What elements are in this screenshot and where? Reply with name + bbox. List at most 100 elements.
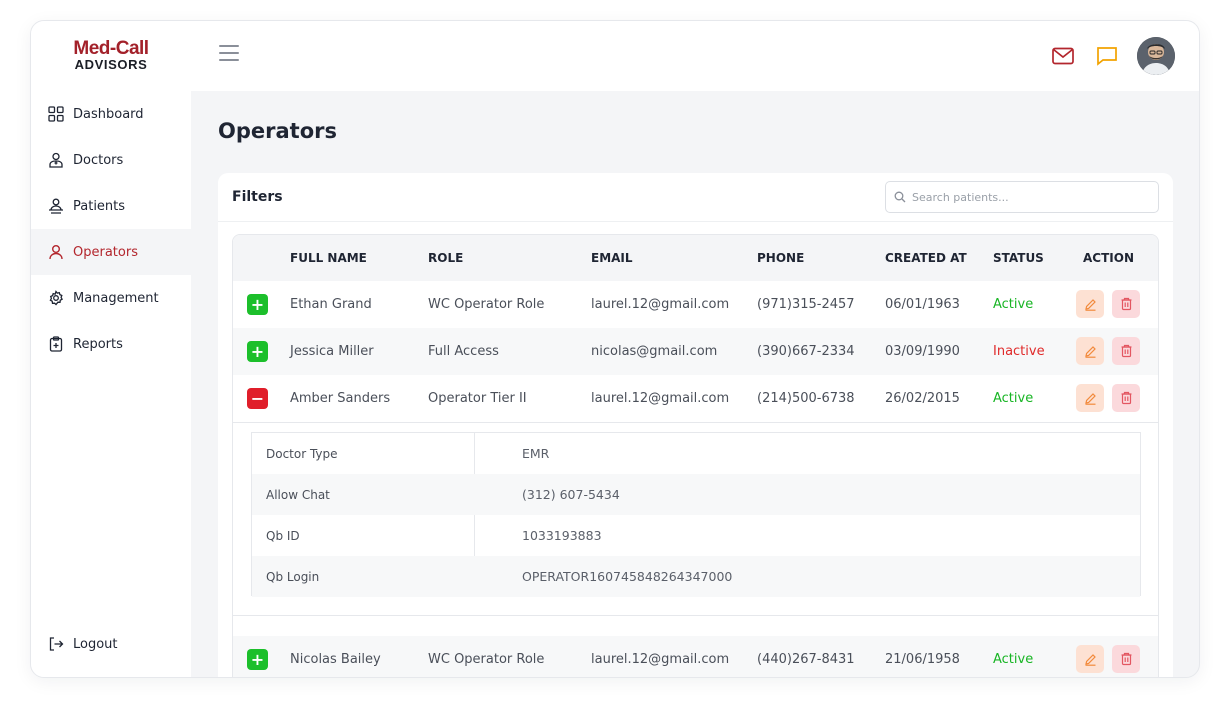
sidebar-item-operators[interactable]: Operators: [31, 229, 191, 275]
delete-button[interactable]: [1112, 290, 1140, 318]
row-spacer: [233, 616, 1158, 636]
expand-row-button[interactable]: +: [247, 294, 268, 315]
detail-row: Doctor Type EMR: [252, 433, 1140, 474]
sidebar-item-dashboard[interactable]: Dashboard: [31, 91, 191, 137]
logout-icon: [47, 635, 65, 653]
search-input[interactable]: [912, 190, 1142, 204]
sidebar-item-patients[interactable]: Patients: [31, 183, 191, 229]
detail-label: Qb Login: [266, 570, 320, 584]
pencil-icon: [1084, 653, 1096, 666]
trash-icon: [1121, 391, 1131, 405]
detail-row: Qb Login OPERATOR160745848264347000: [252, 556, 1140, 597]
edit-button[interactable]: [1076, 290, 1104, 318]
cell-created-at: 06/01/1963: [885, 297, 960, 312]
detail-value: 1033193883: [522, 528, 602, 543]
status-badge: Active: [993, 391, 1034, 406]
row-detail-panel: Doctor Type EMR Allow Chat (312) 607-543…: [233, 422, 1158, 616]
sidebar-item-label: Management: [73, 290, 159, 306]
detail-value: (312) 607-5434: [522, 487, 620, 502]
column-header[interactable]: ACTION: [1083, 251, 1134, 265]
table-row: + Ethan Grand WC Operator Role laurel.12…: [233, 281, 1158, 328]
status-badge: Inactive: [993, 344, 1045, 359]
table-row: − Amber Sanders Operator Tier II laurel.…: [233, 375, 1158, 422]
column-header[interactable]: CREATED AT: [885, 251, 967, 265]
expand-row-button[interactable]: +: [247, 649, 268, 670]
cell-full-name: Nicolas Bailey: [290, 652, 381, 667]
brand-line-2: ADVISORS: [74, 57, 148, 72]
header-actions: [1031, 37, 1175, 75]
menu-icon[interactable]: [219, 45, 239, 65]
app-window: Med-Call ADVISORS Dashboard Doctors Pati…: [30, 20, 1200, 678]
detail-value: EMR: [522, 446, 550, 461]
sidebar-item-label: Operators: [73, 244, 138, 260]
cell-full-name: Amber Sanders: [290, 391, 391, 406]
table-header: FULL NAME ROLE EMAIL PHONE CREATED AT ST…: [233, 235, 1158, 281]
edit-button[interactable]: [1076, 645, 1104, 673]
trash-icon: [1121, 652, 1131, 666]
column-header[interactable]: STATUS: [993, 251, 1044, 265]
brand-logo[interactable]: Med-Call ADVISORS: [31, 39, 191, 72]
cell-role: Full Access: [428, 344, 499, 359]
doctor-icon: [47, 151, 65, 169]
sidebar-item-management[interactable]: Management: [31, 275, 191, 321]
mail-icon[interactable]: [1051, 44, 1075, 68]
sidebar-item-label: Reports: [73, 336, 123, 352]
pencil-icon: [1084, 298, 1096, 311]
collapse-row-button[interactable]: −: [247, 388, 268, 409]
expand-row-button[interactable]: +: [247, 341, 268, 362]
sidebar-item-label: Dashboard: [73, 106, 144, 122]
cell-created-at: 21/06/1958: [885, 652, 960, 667]
edit-button[interactable]: [1076, 337, 1104, 365]
trash-icon: [1121, 344, 1131, 358]
cell-created-at: 26/02/2015: [885, 391, 960, 406]
chat-icon[interactable]: [1095, 44, 1119, 68]
table-row: + Jessica Miller Full Access nicolas@gma…: [233, 328, 1158, 375]
cell-email: laurel.12@gmail.com: [591, 297, 730, 312]
column-header[interactable]: PHONE: [757, 251, 804, 265]
operators-card: Filters FULL NAME ROLE EMAIL PHONE CREAT…: [218, 173, 1173, 677]
grid-icon: [47, 105, 65, 123]
sidebar-item-label: Patients: [73, 198, 126, 214]
trash-icon: [1121, 297, 1131, 311]
cell-phone: (440)267-8431: [757, 652, 855, 667]
pencil-icon: [1084, 345, 1096, 358]
table-row: + Nicolas Bailey WC Operator Role laurel…: [233, 636, 1158, 677]
delete-button[interactable]: [1112, 645, 1140, 673]
delete-button[interactable]: [1112, 384, 1140, 412]
column-header[interactable]: EMAIL: [591, 251, 633, 265]
search-icon: [894, 188, 906, 207]
divider: [218, 221, 1173, 222]
logout-button[interactable]: Logout: [31, 621, 191, 667]
detail-row: Qb ID 1033193883: [252, 515, 1140, 556]
cell-phone: (971)315-2457: [757, 297, 855, 312]
user-icon: [47, 243, 65, 261]
sidebar-nav: Dashboard Doctors Patients Operators Man…: [31, 91, 191, 367]
gear-icon: [47, 289, 65, 307]
detail-row: Allow Chat (312) 607-5434: [252, 474, 1140, 515]
logout-label: Logout: [73, 636, 118, 652]
column-header[interactable]: ROLE: [428, 251, 463, 265]
cell-email: laurel.12@gmail.com: [591, 652, 730, 667]
status-badge: Active: [993, 652, 1034, 667]
patient-icon: [47, 197, 65, 215]
detail-table: Doctor Type EMR Allow Chat (312) 607-543…: [251, 432, 1141, 597]
cell-email: nicolas@gmail.com: [591, 344, 718, 359]
avatar[interactable]: [1137, 37, 1175, 75]
cell-phone: (390)667-2334: [757, 344, 855, 359]
sidebar-item-doctors[interactable]: Doctors: [31, 137, 191, 183]
pencil-icon: [1084, 392, 1096, 405]
detail-label: Doctor Type: [266, 447, 338, 461]
cell-created-at: 03/09/1990: [885, 344, 960, 359]
column-header[interactable]: FULL NAME: [290, 251, 367, 265]
cell-full-name: Ethan Grand: [290, 297, 372, 312]
edit-button[interactable]: [1076, 384, 1104, 412]
cell-email: laurel.12@gmail.com: [591, 391, 730, 406]
search-box[interactable]: [885, 181, 1159, 213]
cell-role: WC Operator Role: [428, 652, 545, 667]
sidebar: Med-Call ADVISORS Dashboard Doctors Pati…: [31, 21, 191, 677]
status-badge: Active: [993, 297, 1034, 312]
top-bar: [191, 21, 1199, 91]
detail-value: OPERATOR160745848264347000: [522, 569, 733, 584]
delete-button[interactable]: [1112, 337, 1140, 365]
sidebar-item-reports[interactable]: Reports: [31, 321, 191, 367]
